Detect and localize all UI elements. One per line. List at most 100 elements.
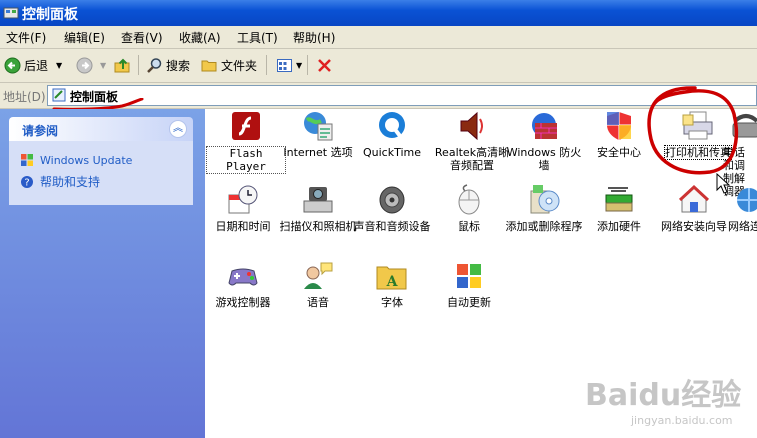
folders-label: 文件夹 [221,58,258,73]
quicktime-icon [379,112,405,138]
task-pane: 请参阅 ︽ Windows Update ? 帮助和支持 [0,109,205,438]
speaker-icon [460,111,483,141]
windows-update-label: Windows Update [40,153,133,167]
item-label: 鼠标 [458,220,480,233]
forward-dropdown-icon[interactable]: ▼ [100,61,106,70]
svg-text:?: ? [24,177,29,188]
item-label: 日期和时间 [215,220,271,233]
item-network-connections[interactable]: 网络连接 [728,183,757,233]
see-also-header[interactable]: 请参阅 ︽ [9,117,193,141]
baidu-watermark: Baidu经验 jingyan.baidu.com [585,370,755,434]
toolbar: 后退 ▼ ▼ 搜索 文件夹 ▼ [0,49,757,83]
up-button[interactable] [114,54,134,76]
folder-up-icon [114,58,130,72]
item-automatic-updates[interactable]: 自动更新 [429,259,509,309]
item-label: Internet 选项 [283,146,353,159]
clock-icon [228,185,258,214]
item-mouse[interactable]: 鼠标 [429,183,509,233]
scanner-icon [303,187,333,213]
folders-button[interactable]: 文件夹 [201,54,257,76]
delete-button[interactable] [316,54,336,76]
item-date-time[interactable]: 日期和时间 [203,183,283,233]
item-quicktime[interactable]: QuickTime [352,109,432,159]
item-label: Windows 防火墙 [506,146,582,172]
item-label: 自动更新 [447,296,491,309]
item-scanners-cameras[interactable]: 扫描仪和照相机 [278,183,358,233]
menu-tools[interactable]: 工具(T) [237,29,278,46]
window-title: 控制面板 [22,7,78,23]
item-internet-options[interactable]: Internet 选项 [278,109,358,159]
item-game-controllers[interactable]: 游戏控制器 [203,259,283,309]
toolbar-separator [138,55,139,75]
menu-file[interactable]: 文件(F) [6,29,46,46]
windows-logo-icon [21,154,33,166]
back-dropdown-icon[interactable]: ▼ [56,61,62,70]
help-support-link[interactable]: ? 帮助和支持 [20,173,100,190]
menu-view[interactable]: 查看(V) [121,29,163,46]
control-panel-icon [3,7,19,19]
help-support-label: 帮助和支持 [40,175,101,189]
menu-edit[interactable]: 编辑(E) [64,29,105,46]
add-remove-icon [530,185,560,214]
item-sound-audio[interactable]: 声音和音频设备 [352,183,432,233]
fonts-icon: A [376,266,407,290]
search-label: 搜索 [166,58,191,73]
see-also-title: 请参阅 [22,124,59,138]
item-windows-firewall[interactable]: Windows 防火墙 [504,109,584,172]
toolbar-separator [307,55,308,75]
address-label: 地址(D) [3,90,46,104]
speech-icon [304,262,333,289]
menu-bar: 文件(F) 编辑(E) 查看(V) 收藏(A) 工具(T) 帮助(H) [0,26,757,49]
mouse-icon [458,184,480,215]
views-dropdown-icon[interactable]: ▼ [296,61,302,70]
hardware-icon [605,187,633,212]
item-label: Flash Player [206,146,286,174]
item-label: 语音 [307,296,329,309]
forward-arrow-icon [76,57,93,73]
item-flash-player[interactable]: Flash Player [206,109,286,174]
watermark-brand: Baidu经验 [585,378,742,413]
see-also-panel: 请参阅 ︽ Windows Update ? 帮助和支持 [9,117,193,205]
item-label: 扫描仪和照相机 [279,220,357,233]
svg-text:A: A [386,274,399,290]
close-x-icon [318,58,331,72]
item-add-hardware[interactable]: 添加硬件 [579,183,659,233]
item-label: Realtek高清晰音频配置 [434,146,510,172]
item-label: 安全中心 [597,146,641,159]
sound-icon [379,186,405,214]
watermark-url: jingyan.baidu.com [631,414,733,427]
back-arrow-icon [4,57,21,73]
folder-icon [201,60,217,71]
shield-icon [607,112,631,140]
item-speech[interactable]: 语音 [278,259,358,309]
red-circle-annotation [647,86,739,175]
views-button[interactable]: ▼ [276,54,302,76]
internet-options-icon [304,112,333,141]
item-realtek-audio[interactable]: Realtek高清晰音频配置 [432,109,512,172]
network-icon [737,188,757,212]
collapse-chevron-icon[interactable]: ︽ [169,120,187,138]
mouse-cursor-icon [716,173,731,194]
menu-help[interactable]: 帮助(H) [293,29,335,46]
item-label: 游戏控制器 [215,296,271,309]
item-add-remove-programs[interactable]: 添加或删除程序 [504,183,584,233]
network-wizard-icon [678,184,710,213]
windows-update-link[interactable]: Windows Update [20,153,132,167]
menu-favorites[interactable]: 收藏(A) [179,29,221,46]
item-label: 字体 [381,296,403,309]
gamepad-icon [228,268,258,286]
item-fonts[interactable]: A 字体 [352,259,432,309]
toolbar-separator [266,55,267,75]
item-label: 网络连接 [728,220,757,233]
forward-button[interactable]: ▼ [76,54,106,76]
item-label: 网络安装向导 [661,220,727,233]
flash-icon [232,112,260,140]
item-label: QuickTime [362,146,422,159]
search-icon [147,57,162,73]
item-label: 声音和音频设备 [353,220,431,233]
views-icon [277,58,292,72]
back-label: 后退 [24,58,49,73]
search-button[interactable]: 搜索 [146,54,190,76]
see-also-body: Windows Update ? 帮助和支持 [9,141,193,205]
back-button[interactable]: 后退 ▼ [4,54,62,76]
